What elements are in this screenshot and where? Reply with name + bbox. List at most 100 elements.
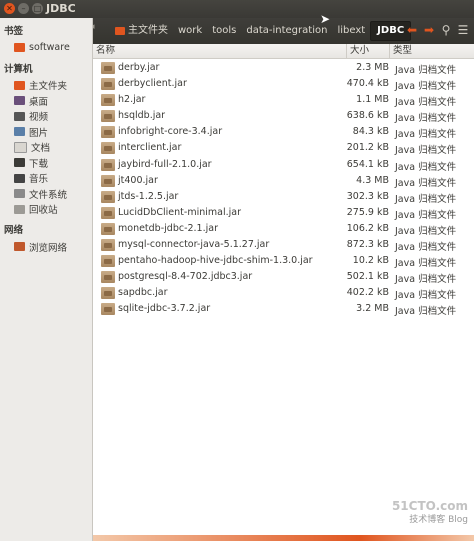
- file-size: 470.4 kB: [346, 78, 389, 90]
- jar-file-icon: [101, 126, 115, 139]
- table-row[interactable]: sqlite-jdbc-3.7.2.jar 3.2 MB Java 归档文件: [93, 301, 474, 317]
- file-type: Java 归档文件: [395, 161, 457, 173]
- table-row[interactable]: jaybird-full-2.1.0.jar 654.1 kB Java 归档文件: [93, 157, 474, 173]
- file-name: jaybird-full-2.1.0.jar: [118, 158, 212, 170]
- file-type: Java 归档文件: [395, 290, 457, 302]
- file-size: 4.3 MB: [356, 174, 389, 186]
- column-header-type[interactable]: 类型: [389, 44, 474, 58]
- sidebar-item-pictures[interactable]: 图片: [0, 124, 92, 140]
- sidebar-item-home[interactable]: 主文件夹: [0, 78, 92, 94]
- jar-file-icon: [101, 222, 115, 235]
- music-icon: [14, 173, 25, 183]
- sidebar-item-video[interactable]: 视频: [0, 109, 92, 125]
- breadcrumb-tools[interactable]: tools: [207, 22, 241, 40]
- close-icon[interactable]: ✕: [4, 3, 15, 14]
- file-name: hsqldb.jar: [118, 110, 166, 122]
- video-icon: [14, 111, 25, 121]
- sidebar-item-downloads[interactable]: 下载: [0, 155, 92, 171]
- file-size: 10.2 kB: [352, 255, 389, 267]
- status-bar: [93, 535, 474, 541]
- file-size: 302.3 kB: [346, 190, 389, 202]
- table-row[interactable]: interclient.jar 201.2 kB Java 归档文件: [93, 140, 474, 156]
- minimize-icon[interactable]: –: [18, 3, 29, 14]
- sidebar-item-label: 下载: [29, 158, 49, 170]
- file-name: jtds-1.2.5.jar: [118, 190, 179, 202]
- jar-file-icon: [101, 158, 115, 171]
- breadcrumb-data-integration[interactable]: data-integration: [241, 22, 332, 40]
- home-icon: [14, 80, 25, 90]
- file-name: LucidDbClient-minimal.jar: [118, 206, 241, 218]
- sidebar-header-network: 网络: [4, 225, 24, 236]
- sidebar-item-label: 文档: [31, 143, 51, 155]
- window-title: JDBC: [46, 2, 76, 15]
- forward-arrow-icon[interactable]: ➡: [422, 22, 436, 38]
- sidebar-item-documents[interactable]: 文档: [0, 140, 92, 156]
- breadcrumb-home[interactable]: 主文件夹: [110, 22, 173, 40]
- jar-file-icon: [101, 303, 115, 316]
- search-icon[interactable]: ⚲: [439, 22, 453, 38]
- sidebar-item-label: 桌面: [29, 96, 49, 108]
- maximize-icon[interactable]: □: [32, 3, 43, 14]
- sidebar-item-software[interactable]: software: [0, 40, 92, 56]
- table-row[interactable]: h2.jar 1.1 MB Java 归档文件: [93, 92, 474, 108]
- table-row[interactable]: derby.jar 2.3 MB Java 归档文件: [93, 60, 474, 76]
- jar-file-icon: [101, 206, 115, 219]
- table-row[interactable]: sapdbc.jar 402.2 kB Java 归档文件: [93, 285, 474, 301]
- table-row[interactable]: jt400.jar 4.3 MB Java 归档文件: [93, 173, 474, 189]
- table-row[interactable]: pentaho-hadoop-hive-jdbc-shim-1.3.0.jar 1…: [93, 253, 474, 269]
- file-type: Java 归档文件: [395, 177, 457, 189]
- file-type: Java 归档文件: [395, 193, 457, 205]
- desktop-icon: [14, 96, 25, 106]
- file-size: 872.3 kB: [346, 239, 389, 251]
- jar-file-icon: [101, 78, 115, 91]
- table-row[interactable]: monetdb-jdbc-2.1.jar 106.2 kB Java 归档文件: [93, 221, 474, 237]
- column-header-name[interactable]: 名称: [93, 44, 346, 58]
- breadcrumb: 主文件夹 work tools data-integration libext …: [110, 21, 412, 41]
- title-bar: ✕ – □ JDBC: [0, 0, 474, 18]
- jar-file-icon: [101, 190, 115, 203]
- sidebar-item-trash[interactable]: 回收站: [0, 202, 92, 218]
- sidebar-header-computer: 计算机: [4, 63, 33, 75]
- home-icon: [115, 27, 125, 35]
- watermark-sub: 技术博客: [409, 515, 446, 525]
- file-size: 106.2 kB: [346, 222, 389, 234]
- file-size: 1.1 MB: [356, 94, 389, 106]
- breadcrumb-label: 主文件夹: [128, 25, 168, 36]
- back-arrow-icon[interactable]: ⬅: [405, 22, 419, 38]
- file-size: 638.6 kB: [346, 110, 389, 122]
- breadcrumb-work[interactable]: work: [173, 22, 207, 40]
- table-row[interactable]: infobright-core-3.4.jar 84.3 kB Java 归档文件: [93, 124, 474, 140]
- table-row[interactable]: hsqldb.jar 638.6 kB Java 归档文件: [93, 108, 474, 124]
- table-row[interactable]: jtds-1.2.5.jar 302.3 kB Java 归档文件: [93, 189, 474, 205]
- toolbar-actions: ⬅ ➡ ⚲ ☰: [405, 22, 470, 38]
- sidebar-item-label: 回收站: [29, 205, 58, 217]
- sidebar-item-browse-network[interactable]: 浏览网络: [0, 239, 92, 255]
- table-row[interactable]: derbyclient.jar 470.4 kB Java 归档文件: [93, 76, 474, 92]
- menu-icon[interactable]: ☰: [456, 22, 470, 38]
- table-row[interactable]: mysql-connector-java-5.1.27.jar 872.3 kB J…: [93, 237, 474, 253]
- jar-file-icon: [101, 110, 115, 123]
- trash-icon: [14, 204, 25, 214]
- file-name: derby.jar: [118, 62, 160, 73]
- document-icon: [14, 141, 27, 153]
- file-type: Java 归档文件: [395, 113, 457, 125]
- file-type: Java 归档文件: [395, 306, 457, 318]
- sidebar-item-label: 图片: [29, 127, 49, 139]
- sidebar-item-music[interactable]: 音乐: [0, 171, 92, 187]
- folder-icon: [14, 43, 25, 53]
- table-row[interactable]: LucidDbClient-minimal.jar 275.9 kB Java 归档…: [93, 205, 474, 221]
- watermark: 51CTO.com 技术博客 Blog: [392, 500, 468, 526]
- file-name: postgresql-8.4-702.jdbc3.jar: [118, 271, 253, 283]
- file-name: sqlite-jdbc-3.7.2.jar: [118, 303, 211, 315]
- breadcrumb-libext[interactable]: libext: [332, 22, 370, 40]
- sidebar-item-filesystem[interactable]: 文件系统: [0, 186, 92, 202]
- file-size: 84.3 kB: [352, 126, 389, 138]
- file-type: Java 归档文件: [395, 274, 457, 286]
- file-size: 402.2 kB: [346, 287, 389, 299]
- file-size: 654.1 kB: [346, 158, 389, 170]
- download-icon: [14, 158, 25, 168]
- file-name: interclient.jar: [118, 142, 182, 154]
- table-row[interactable]: postgresql-8.4-702.jdbc3.jar 502.1 kB Java…: [93, 269, 474, 285]
- column-header-size[interactable]: 大小: [346, 44, 392, 58]
- sidebar-item-desktop[interactable]: 桌面: [0, 93, 92, 109]
